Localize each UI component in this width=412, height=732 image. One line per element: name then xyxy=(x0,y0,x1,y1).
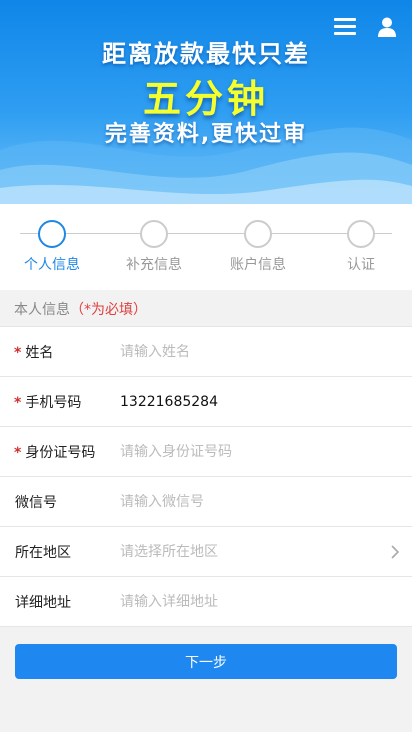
step-verification: 认证 xyxy=(321,220,401,274)
id-number-input[interactable] xyxy=(120,443,380,460)
step-label: 认证 xyxy=(347,257,375,273)
form-row-id-number: * 身份证号码 xyxy=(0,427,412,477)
banner-headline: 距离放款最快只差 xyxy=(102,40,310,68)
id-number-label: * 身份证号码 xyxy=(14,444,96,461)
name-label: * 姓名 xyxy=(14,344,54,361)
required-star: * xyxy=(14,394,22,411)
step-circle xyxy=(140,220,168,248)
wechat-input[interactable] xyxy=(120,493,380,510)
address-label: 详细地址 xyxy=(15,594,71,611)
chevron-right-icon xyxy=(391,545,400,559)
form-row-name: * 姓名 xyxy=(0,327,412,377)
wechat-label: 微信号 xyxy=(15,494,57,511)
step-circle xyxy=(347,220,375,248)
promo-banner: 距离放款最快只差 五分钟 完善资料,更快过审 xyxy=(0,0,412,204)
name-input[interactable] xyxy=(120,343,380,360)
required-star: * xyxy=(14,444,22,461)
personal-info-form: *姓名 *手机号码 *身份证号码 微信号 所在地区 详细地址 xyxy=(0,326,412,627)
required-note: （*为必填） xyxy=(70,302,147,318)
step-personal-info: 个人信息 xyxy=(12,220,92,274)
required-star: * xyxy=(14,344,22,361)
banner-highlight: 五分钟 xyxy=(142,77,269,121)
region-select[interactable] xyxy=(120,543,380,560)
form-row-phone: * 手机号码 xyxy=(0,377,412,427)
phone-input[interactable] xyxy=(120,393,380,410)
step-supplementary-info: 补充信息 xyxy=(114,220,194,274)
menu-icon[interactable] xyxy=(334,18,356,38)
user-icon[interactable] xyxy=(376,16,398,38)
next-step-button[interactable]: 下一步 xyxy=(15,644,397,679)
banner-subline: 完善资料,更快过审 xyxy=(104,122,308,147)
step-account-info: 账户信息 xyxy=(218,220,298,274)
section-title: 本人信息（*为必填） xyxy=(0,290,412,326)
form-row-address: 详细地址 xyxy=(0,577,412,627)
step-label: 账户信息 xyxy=(230,257,286,273)
step-circle xyxy=(38,220,66,248)
section-title-text: 本人信息 xyxy=(14,302,70,318)
address-input[interactable] xyxy=(120,593,380,610)
form-row-wechat: 微信号 xyxy=(0,477,412,527)
progress-steps: 个人信息 补充信息 账户信息 认证 xyxy=(0,204,412,290)
form-row-region[interactable]: 所在地区 xyxy=(0,527,412,577)
step-label: 个人信息 xyxy=(24,257,80,273)
phone-label: * 手机号码 xyxy=(14,394,82,411)
region-label: 所在地区 xyxy=(15,544,71,561)
step-circle xyxy=(244,220,272,248)
step-label: 补充信息 xyxy=(126,257,182,273)
